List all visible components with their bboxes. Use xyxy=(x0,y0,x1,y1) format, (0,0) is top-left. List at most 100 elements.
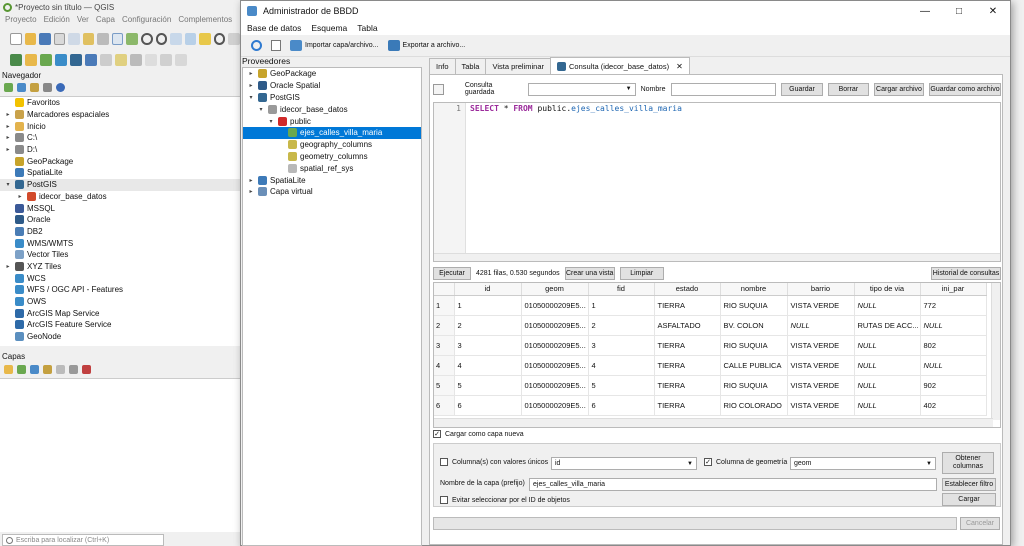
row-number[interactable]: 4 xyxy=(434,355,455,376)
zoom-native-icon[interactable] xyxy=(170,33,182,45)
browser-item[interactable]: WMS/WMTS xyxy=(0,237,240,249)
table-cell[interactable]: 01050000209E5... xyxy=(521,335,589,356)
zoom-in-icon[interactable] xyxy=(140,33,153,45)
unique-values-checkbox[interactable] xyxy=(440,458,448,466)
manage-map-themes-icon[interactable] xyxy=(30,365,39,374)
provider-item[interactable]: ▸ GeoPackage xyxy=(243,68,421,80)
expand-arrow-icon[interactable]: ▸ xyxy=(4,146,12,153)
browser-item[interactable]: Vector Tiles xyxy=(0,249,240,261)
menu-base-de-datos[interactable]: Base de datos xyxy=(247,23,301,33)
open-project-icon[interactable] xyxy=(24,33,37,45)
table-row[interactable]: 3 3 01050000209E5... 3 TIERRA RIO SUQUIA VISTA… xyxy=(434,335,987,356)
browser-item[interactable]: OWS xyxy=(0,296,240,308)
column-header[interactable]: fid xyxy=(588,283,655,296)
properties-icon[interactable] xyxy=(56,83,65,92)
avoid-select-checkbox[interactable] xyxy=(440,496,448,504)
import-layer-button[interactable]: Importar capa/archivo... xyxy=(288,38,381,53)
saved-query-select[interactable]: ▼ xyxy=(527,82,636,96)
table-cell[interactable]: VISTA VERDE xyxy=(787,375,855,396)
query-history-button[interactable]: Historial de consultas xyxy=(931,266,1001,280)
table-cell[interactable]: 4 xyxy=(454,355,522,376)
new-project-icon[interactable] xyxy=(10,33,22,45)
corner-header[interactable] xyxy=(434,283,455,296)
table-cell[interactable]: NULL xyxy=(787,315,855,336)
column-header[interactable]: geom xyxy=(521,283,589,296)
row-number[interactable]: 2 xyxy=(434,315,455,336)
table-cell[interactable]: TIERRA xyxy=(654,395,721,416)
table-cell[interactable]: ASFALTADO xyxy=(654,315,721,336)
provider-item[interactable]: geography_columns xyxy=(243,139,421,151)
row-number[interactable]: 1 xyxy=(434,295,455,316)
menu-proyecto[interactable]: Proyecto xyxy=(5,15,37,27)
load-query-icon[interactable] xyxy=(433,83,444,95)
layers-tree[interactable] xyxy=(0,378,240,532)
table-row[interactable]: 1 1 01050000209E5... 1 TIERRA RIO SUQUIA VISTA… xyxy=(434,295,987,316)
editor-horizontal-scrollbar[interactable] xyxy=(434,253,1000,261)
table-cell[interactable]: TIERRA xyxy=(654,355,721,376)
results-vertical-scrollbar[interactable] xyxy=(991,283,1000,420)
execute-button[interactable]: Ejecutar xyxy=(433,266,471,280)
save-project-icon[interactable] xyxy=(39,33,51,45)
table-cell[interactable]: 01050000209E5... xyxy=(521,315,589,336)
collapse-arrow-icon[interactable]: ▾ xyxy=(247,94,255,101)
browser-item[interactable]: Favoritos xyxy=(0,97,240,109)
table-cell[interactable]: TIERRA xyxy=(654,335,721,356)
provider-item[interactable]: ▾ idecor_base_datos xyxy=(243,103,421,115)
collapse-all-icon[interactable] xyxy=(43,83,52,92)
add-feature-icon[interactable] xyxy=(145,54,157,66)
table-cell[interactable]: NULL xyxy=(854,295,921,316)
table-cell[interactable]: TIERRA xyxy=(654,295,721,316)
browser-item[interactable]: ArcGIS Map Service xyxy=(0,307,240,319)
refresh-button[interactable] xyxy=(249,38,264,53)
collapse-arrow-icon[interactable]: ▾ xyxy=(257,106,265,113)
table-cell[interactable]: NULL xyxy=(854,355,921,376)
table-cell[interactable]: 6 xyxy=(454,395,522,416)
save-edits-icon[interactable] xyxy=(130,54,142,66)
expand-all-icon[interactable] xyxy=(56,365,65,374)
table-cell[interactable]: CALLE PUBLICA xyxy=(720,355,788,376)
browser-item[interactable]: ▸ Marcadores espaciales xyxy=(0,109,240,121)
table-cell[interactable]: RUTAS DE ACC... xyxy=(854,315,921,336)
load-button[interactable]: Cargar xyxy=(942,493,996,506)
close-tab-icon[interactable]: ✕ xyxy=(676,62,683,71)
close-icon[interactable]: ✕ xyxy=(976,1,1010,21)
column-header[interactable]: nombre xyxy=(720,283,788,296)
provider-item[interactable]: geometry_columns xyxy=(243,151,421,163)
provider-item[interactable]: ejes_calles_villa_maria xyxy=(243,126,421,139)
cancel-button[interactable]: Cancelar xyxy=(960,517,1000,530)
sql-window-button[interactable] xyxy=(269,38,283,53)
browser-item[interactable]: ▸ XYZ Tiles xyxy=(0,261,240,273)
menu-capa[interactable]: Capa xyxy=(96,15,115,27)
new-layout-icon[interactable] xyxy=(53,33,66,45)
table-cell[interactable]: 2 xyxy=(454,315,522,336)
geometry-column-select[interactable]: geom ▼ xyxy=(790,457,936,470)
browser-item[interactable]: ▸ C:\ xyxy=(0,132,240,144)
table-cell[interactable]: 5 xyxy=(454,375,522,396)
data-source-manager-icon[interactable] xyxy=(10,54,22,66)
delete-feature-icon[interactable] xyxy=(175,54,187,66)
browser-item[interactable]: GeoNode xyxy=(0,331,240,343)
table-cell[interactable]: NULL xyxy=(854,335,921,356)
table-cell[interactable]: RIO SUQUIA xyxy=(720,335,788,356)
zoom-out-icon[interactable] xyxy=(155,33,168,45)
browser-item[interactable]: ▸ Inicio xyxy=(0,120,240,132)
row-number[interactable]: 5 xyxy=(434,375,455,396)
browser-item[interactable]: Oracle xyxy=(0,214,240,226)
browser-item[interactable]: DB2 xyxy=(0,226,240,238)
provider-item[interactable]: spatial_ref_sys xyxy=(243,162,421,174)
new-layer-icon[interactable] xyxy=(25,54,37,66)
tab-info[interactable]: Info xyxy=(429,58,456,74)
table-cell[interactable]: RIO COLORADO xyxy=(720,395,788,416)
expand-arrow-icon[interactable]: ▸ xyxy=(4,123,12,130)
pan-map-icon[interactable] xyxy=(111,33,124,45)
provider-item[interactable]: ▾ PostGIS xyxy=(243,92,421,104)
table-row[interactable]: 6 6 01050000209E5... 6 TIERRA RIO COLORADO VIS… xyxy=(434,395,987,416)
query-name-input[interactable] xyxy=(670,82,777,96)
add-raster-icon[interactable] xyxy=(55,54,67,66)
table-row[interactable]: 2 2 01050000209E5... 2 ASFALTADO BV. COLON NUL… xyxy=(434,315,987,336)
menu-edicion[interactable]: Edición xyxy=(44,15,70,27)
table-cell[interactable]: BV. COLON xyxy=(720,315,788,336)
export-file-button[interactable]: Exportar a archivo... xyxy=(386,38,468,53)
column-header[interactable]: ini_par xyxy=(920,283,987,296)
load-file-button[interactable]: Cargar archivo xyxy=(874,82,924,96)
